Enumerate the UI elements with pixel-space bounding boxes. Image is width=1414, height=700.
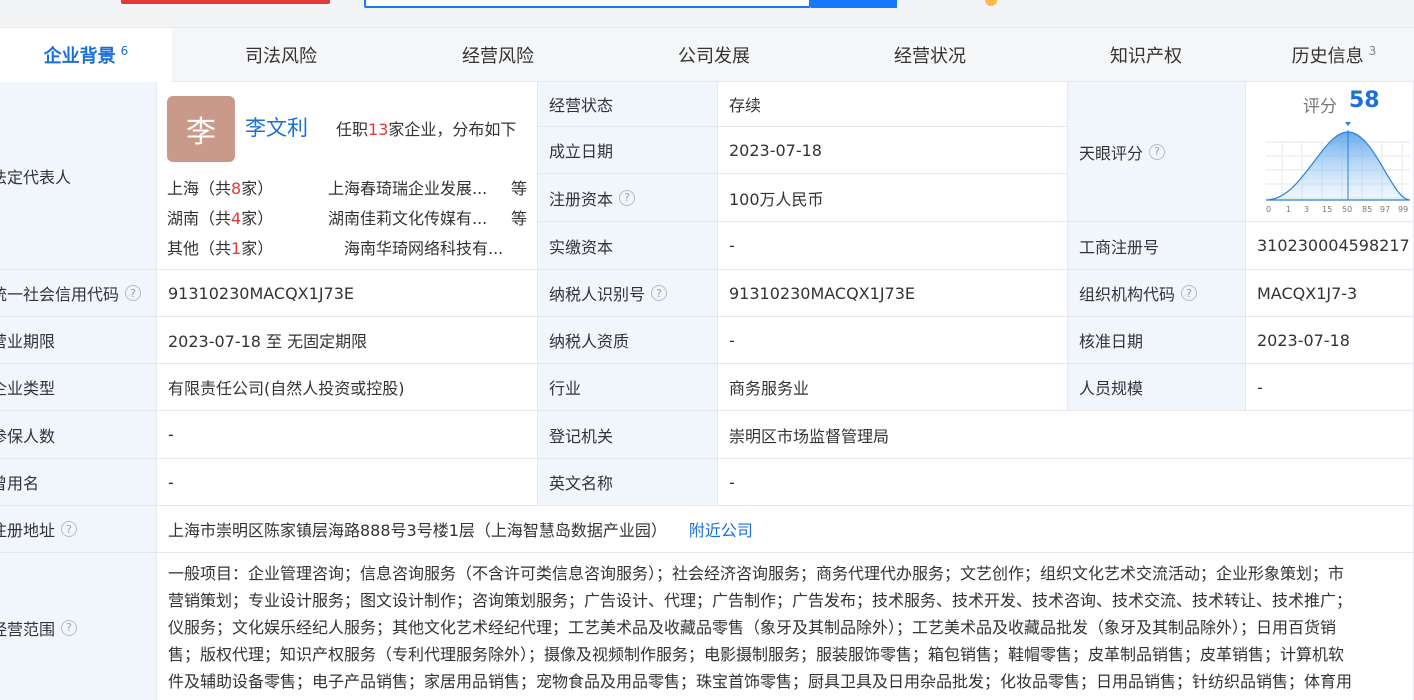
vip-icon[interactable]: [985, 0, 997, 6]
axis-tick: 85: [1362, 205, 1372, 214]
industry-label: 行业: [538, 364, 718, 411]
axis-tick: 0: [1266, 205, 1271, 214]
score-value[interactable]: 58: [1349, 88, 1380, 113]
taxpayer-id-value: 91310230MACQX1J73E: [718, 270, 1068, 317]
paid-capital-value: -: [718, 222, 1068, 270]
former-name-value: -: [157, 459, 538, 506]
scope-line: 售；版权代理；知识产权服务（专利代理服务除外）；摄像及视频制作服务；电影摄制服务…: [168, 645, 1345, 664]
org-code-label: 组织机构代码?: [1068, 270, 1246, 317]
header-action-button[interactable]: [121, 0, 330, 4]
org-code-value: MACQX1J7-3: [1246, 270, 1414, 317]
reg-no-value: 310230004598217: [1246, 222, 1414, 270]
founded-label: 成立日期: [538, 127, 718, 174]
tab-intellectual-property[interactable]: 知识产权: [1038, 28, 1254, 82]
taxpayer-qual-label: 纳税人资质: [538, 317, 718, 364]
reg-capital-value: 100万人民币: [718, 174, 1068, 222]
distribution-company-link[interactable]: 海南华琦网络科技有...: [344, 235, 519, 259]
address-cell: 上海市崇明区陈家镇层海路888号3号楼1层（上海智慧岛数据产业园） 附近公司: [157, 506, 1414, 553]
section-tabs: 企业背景 6 司法风险 经营风险 公司发展 经营状况 知识产权 历史信息 3: [0, 28, 1414, 82]
term-label: 营业期限: [0, 317, 157, 364]
axis-tick: 1: [1286, 205, 1291, 214]
tab-label: 企业背景: [43, 46, 116, 67]
help-icon[interactable]: ?: [619, 189, 636, 206]
scope-line: 一般项目：企业管理咨询；信息咨询服务（不含许可类信息咨询服务）；社会经济咨询服务…: [168, 564, 1345, 583]
authority-value: 崇明区市场监督管理局: [718, 411, 1414, 459]
score-pin-icon: [1345, 122, 1351, 126]
search-input[interactable]: [364, 0, 811, 8]
credit-code-value: 91310230MACQX1J73E: [157, 270, 538, 317]
approve-date-label: 核准日期: [1068, 317, 1246, 364]
axis-tick: 50: [1342, 205, 1352, 214]
help-icon[interactable]: ?: [1149, 143, 1166, 160]
insured-label: 参保人数: [0, 411, 157, 459]
distribution-row: 湖南（共4家） 湖南佳莉文化传媒有... 等: [167, 205, 537, 229]
tab-label: 经营状况: [894, 46, 966, 67]
nearby-companies-link[interactable]: 附近公司: [689, 517, 753, 541]
search-button[interactable]: [811, 0, 897, 8]
distribution-row: 上海（共8家） 上海春琦瑞企业发展... 等: [167, 175, 537, 199]
status-value: 存续: [718, 82, 1068, 127]
distribution-company-link[interactable]: 上海春琦瑞企业发展...: [328, 175, 503, 199]
industry-value: 商务服务业: [718, 364, 1068, 411]
credit-code-label: 统一社会信用代码?: [0, 270, 157, 317]
legal-rep-name[interactable]: 李文利: [245, 112, 308, 142]
tab-operating-risk[interactable]: 经营风险: [390, 28, 606, 82]
tab-count: 3: [1368, 44, 1377, 58]
axis-tick: 99: [1398, 205, 1408, 214]
tianyan-score-label: 天眼评分?: [1068, 82, 1246, 222]
tab-label: 知识产权: [1110, 46, 1182, 67]
company-type-label: 企业类型: [0, 364, 157, 411]
tab-judicial-risk[interactable]: 司法风险: [172, 28, 390, 82]
staff-size-label: 人员规模: [1068, 364, 1246, 411]
business-scope-label: 经营范围?: [0, 553, 157, 700]
help-icon[interactable]: ?: [61, 619, 78, 636]
address-label: 注册地址?: [0, 506, 157, 553]
english-name-label: 英文名称: [538, 459, 718, 506]
tab-count: 6: [120, 44, 129, 58]
english-name-value: -: [718, 459, 1414, 506]
avatar[interactable]: 李: [167, 96, 235, 162]
term-value: 2023-07-18 至 无固定期限: [157, 317, 538, 364]
former-name-label: 曾用名: [0, 459, 157, 506]
score-small-label: 评分: [1303, 97, 1337, 117]
tab-company-development[interactable]: 公司发展: [606, 28, 822, 82]
founded-value: 2023-07-18: [718, 127, 1068, 174]
axis-tick: 15: [1322, 205, 1332, 214]
authority-label: 登记机关: [538, 411, 718, 459]
axis-tick: 3: [1304, 205, 1309, 214]
scope-line: 件及辅助设备零售；电子产品销售；家居用品销售；宠物食品及用品零售；珠宝首饰零售；…: [168, 672, 1353, 691]
legal-rep-summary: 任职13家企业，分布如下: [336, 120, 517, 139]
address-value: 上海市崇明区陈家镇层海路888号3号楼1层（上海智慧岛数据产业园）: [168, 521, 667, 540]
legal-rep-label: 法定代表人: [0, 82, 157, 270]
tab-label: 公司发展: [678, 46, 750, 67]
tab-label: 司法风险: [245, 46, 317, 67]
tab-operating-status[interactable]: 经营状况: [822, 28, 1038, 82]
approve-date-value: 2023-07-18: [1246, 317, 1414, 364]
staff-size-value: -: [1246, 364, 1414, 411]
help-icon[interactable]: ?: [651, 285, 668, 301]
paid-capital-label: 实缴资本: [538, 222, 718, 270]
tab-label: 经营风险: [462, 46, 534, 67]
top-header-strip: [0, 0, 1414, 28]
distribution-company-link[interactable]: 湖南佳莉文化传媒有...: [328, 205, 503, 229]
help-icon[interactable]: ?: [1181, 285, 1198, 301]
reg-capital-label: 注册资本?: [538, 174, 718, 222]
tab-label: 历史信息: [1291, 46, 1364, 67]
company-type-value: 有限责任公司(自然人投资或控股): [157, 364, 538, 411]
help-icon[interactable]: ?: [61, 521, 78, 537]
tab-history[interactable]: 历史信息 3: [1254, 28, 1414, 82]
help-icon[interactable]: ?: [125, 285, 142, 301]
distribution-row: 其他（共1家） 海南华琦网络科技有...: [167, 235, 537, 259]
scope-line: 营销策划；专业设计服务；图文设计制作；咨询策划服务；广告设计、代理；广告制作；广…: [168, 591, 1353, 610]
tab-company-background[interactable]: 企业背景 6: [0, 28, 172, 82]
taxpayer-qual-value: -: [718, 317, 1068, 364]
reg-no-label: 工商注册号: [1068, 222, 1246, 270]
insured-value: -: [157, 411, 538, 459]
business-scope-text: 一般项目：企业管理咨询；信息咨询服务（不含许可类信息咨询服务）；社会经济咨询服务…: [157, 560, 1414, 695]
scope-line: 仪服务；文化娱乐经纪人服务；其他文化艺术经纪代理；工艺美术品及收藏品零售（象牙及…: [168, 618, 1337, 637]
taxpayer-id-label: 纳税人识别号?: [538, 270, 718, 317]
status-label: 经营状态: [538, 82, 718, 127]
axis-tick: 97: [1380, 205, 1390, 214]
score-distribution-chart: 0 1 3 15 50 85 97 99: [1265, 122, 1411, 214]
